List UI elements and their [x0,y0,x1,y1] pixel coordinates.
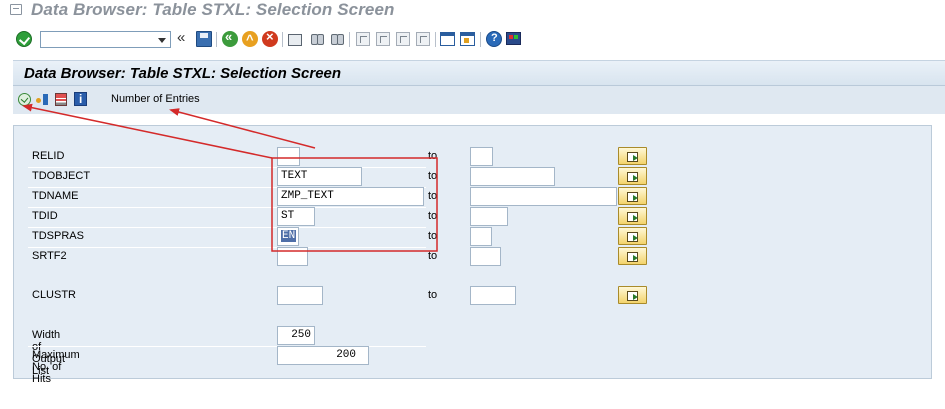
field-label: TDOBJECT [32,170,91,182]
multiple-selection-button[interactable] [618,247,647,265]
tdspras-low-input[interactable]: EN [277,227,299,246]
save-icon[interactable] [196,31,212,47]
row-divider [28,227,426,228]
tdname-low-input[interactable]: ZMP_TEXT [277,187,424,206]
toolbar-separator [480,32,481,47]
field-label: RELID [32,150,65,162]
relid-low-input[interactable] [277,147,300,166]
multiple-selection-button[interactable] [618,207,647,225]
width-of-output-list-input[interactable]: 250 [277,326,315,345]
delete-entries-icon[interactable] [55,93,67,106]
field-label: SRTF2 [32,250,67,262]
print-icon[interactable] [288,34,302,46]
selection-panel: RELID to TDOBJECT TEXT to TDNAME ZMP_TEX… [13,125,932,385]
tdspras-high-input[interactable] [470,227,492,246]
field-label: CLUSTR [32,289,77,301]
page-title: Data Browser: Table STXL: Selection Scre… [24,65,342,82]
field-label: TDID [32,210,58,222]
application-toolbar: Number of Entries [13,86,945,114]
tdobject-low-input[interactable]: TEXT [277,167,362,186]
to-label: to [428,190,438,202]
selection-options-icon[interactable] [36,93,50,107]
tdid-high-input[interactable] [470,207,508,226]
exit-icon[interactable] [242,31,258,47]
cancel-icon[interactable] [262,29,278,47]
row-divider [28,207,426,208]
relid-high-input[interactable] [470,147,493,166]
find-icon[interactable] [309,31,325,47]
check-icon[interactable] [16,31,32,47]
tdobject-high-input[interactable] [470,167,555,186]
selected-text: EN [281,230,297,242]
tdid-low-input[interactable]: ST [277,207,315,226]
window-title: Data Browser: Table STXL: Selection Scre… [31,0,395,19]
field-label: Maximum No. of Hits [32,349,80,385]
to-label: to [428,230,438,242]
command-field[interactable] [40,31,171,48]
clustr-low-input[interactable] [277,286,323,305]
multiple-selection-button[interactable] [618,147,647,165]
toolbar-separator [435,32,436,47]
collapse-icon[interactable]: « [177,29,185,46]
shortcut-icon[interactable] [460,32,475,46]
layout-icon[interactable] [506,32,521,45]
field-label: TDNAME [32,190,79,202]
help-icon[interactable] [486,31,502,47]
to-label: to [428,170,438,182]
row-divider [28,247,426,248]
multiple-selection-button[interactable] [618,167,647,185]
clustr-high-input[interactable] [470,286,516,305]
multiple-selection-button[interactable] [618,286,647,304]
to-label: to [428,250,438,262]
previous-page-icon[interactable] [376,32,390,46]
window-menu-icon[interactable] [10,4,22,15]
to-label: to [428,150,438,162]
tdname-high-input[interactable] [470,187,617,206]
to-label: to [428,210,438,222]
number-of-entries-button[interactable]: Number of Entries [111,93,200,105]
next-page-icon[interactable] [396,32,410,46]
row-divider [28,167,426,168]
srtf2-low-input[interactable] [277,247,308,266]
maximum-no-of-hits-input[interactable]: 200 [277,346,369,365]
toolbar-separator [282,32,283,47]
srtf2-high-input[interactable] [470,247,501,266]
find-next-icon[interactable] [329,31,345,47]
window-title-bar: Data Browser: Table STXL: Selection Scre… [0,0,945,20]
first-page-icon[interactable] [356,32,370,46]
new-session-icon[interactable] [440,32,455,46]
last-page-icon[interactable] [416,32,430,46]
chevron-down-icon[interactable] [158,38,166,43]
toolbar-separator [216,32,217,47]
system-toolbar: « [0,26,945,52]
to-label: to [428,289,438,301]
toolbar-separator [349,32,350,47]
field-label: TDSPRAS [32,230,84,242]
multiple-selection-button[interactable] [618,227,647,245]
back-icon[interactable] [222,29,238,47]
command-input[interactable] [41,32,156,47]
execute-icon[interactable] [18,93,31,106]
info-icon[interactable] [74,92,87,106]
multiple-selection-button[interactable] [618,187,647,205]
page-header: Data Browser: Table STXL: Selection Scre… [13,60,945,86]
